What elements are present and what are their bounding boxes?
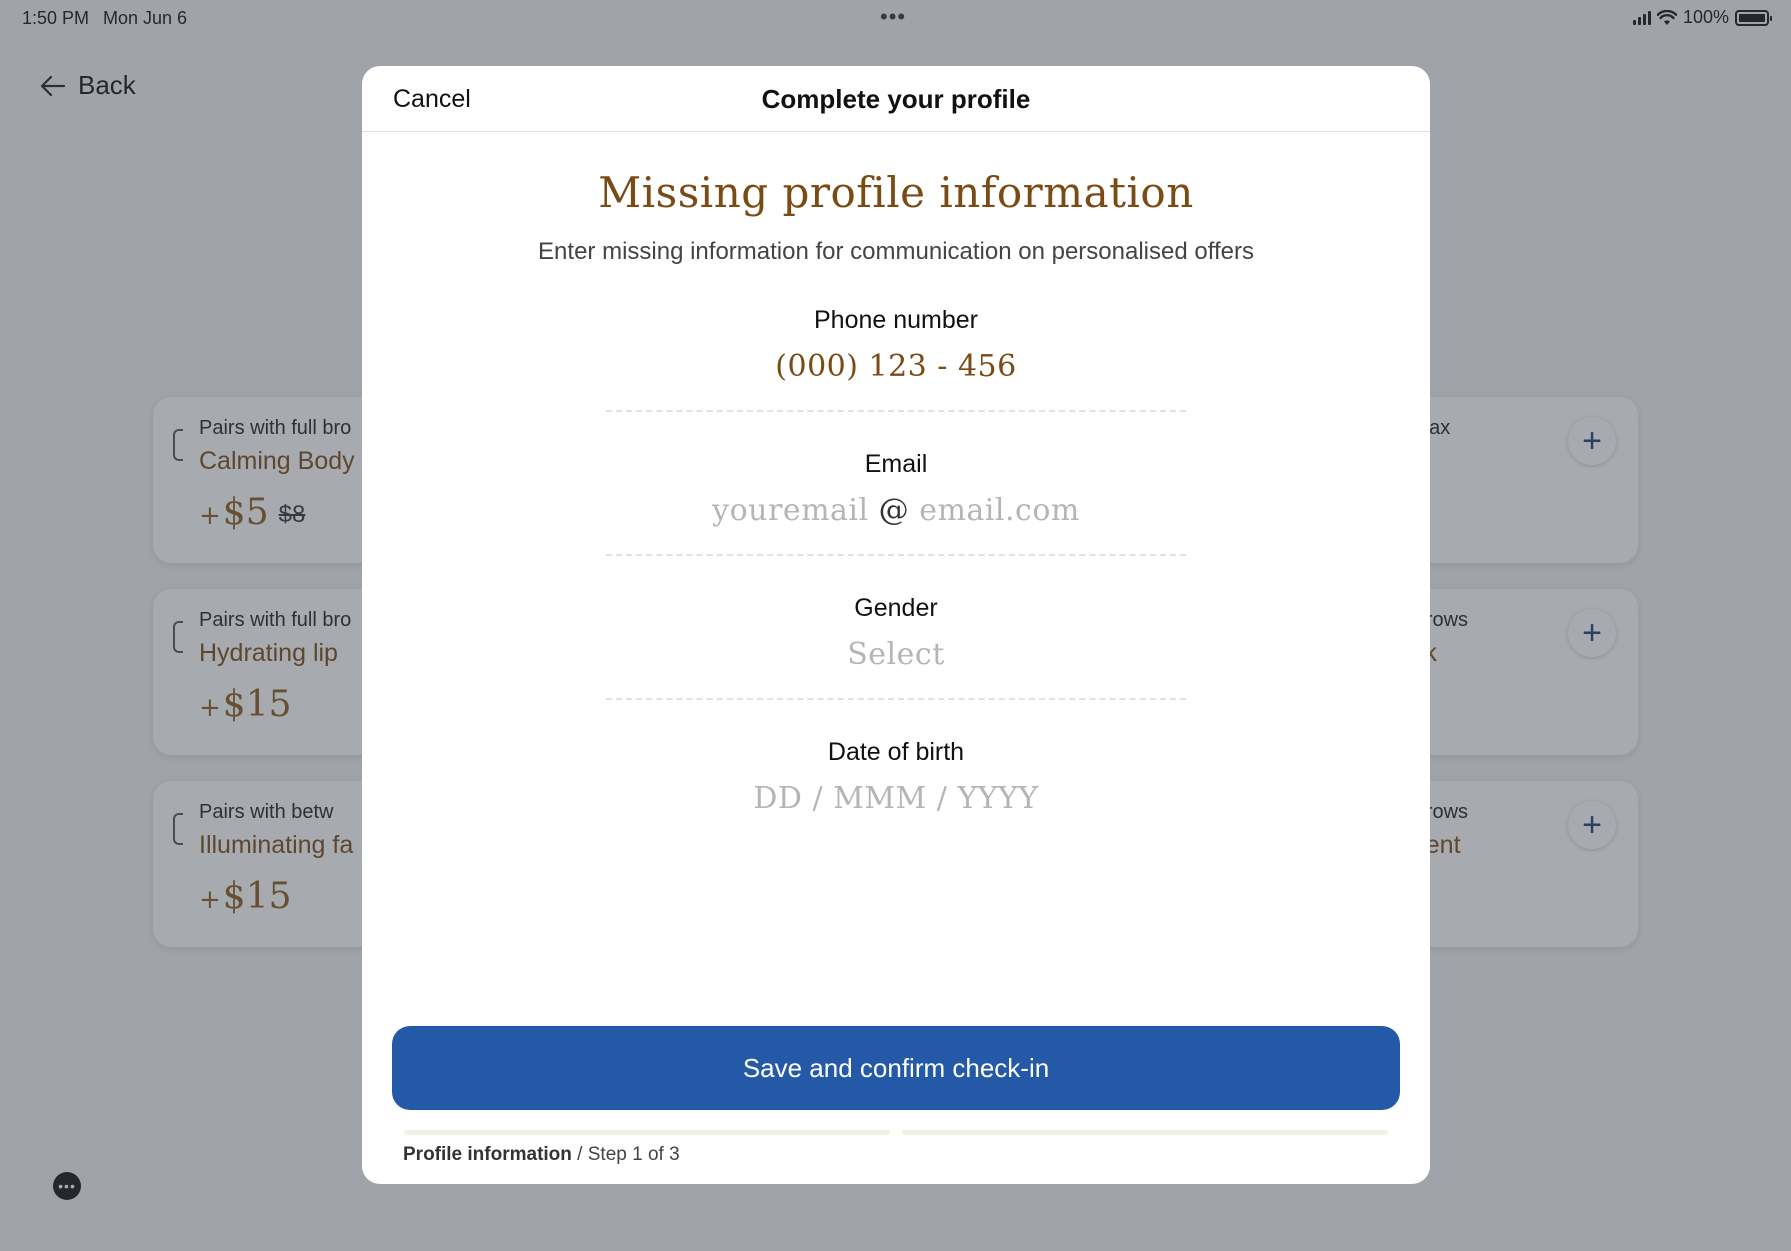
profile-modal: Cancel Complete your profile Missing pro…	[362, 66, 1430, 1184]
page-headline: Missing profile information	[598, 168, 1194, 217]
step-indicator: Profile information / Step 1 of 3	[403, 1144, 680, 1166]
save-confirm-button[interactable]: Save and confirm check-in	[392, 1026, 1400, 1110]
email-label: Email	[864, 450, 928, 478]
step-text: / Step 1 of 3	[571, 1144, 680, 1165]
email-input[interactable]: youremail @ email.com	[606, 493, 1186, 528]
gender-label: Gender	[854, 594, 938, 622]
gender-field[interactable]: Gender Select	[606, 594, 1186, 700]
modal-header: Cancel Complete your profile	[362, 66, 1430, 132]
phone-field[interactable]: Phone number (000) 123 - 456	[606, 306, 1186, 412]
phone-input[interactable]: (000) 123 - 456	[606, 349, 1186, 384]
step-section: Profile information	[403, 1144, 572, 1165]
dob-field[interactable]: Date of birth DD / MMM / YYYY	[606, 738, 1186, 816]
divider	[606, 698, 1186, 700]
gender-select[interactable]: Select	[606, 637, 1186, 672]
progress-segment	[902, 1130, 1388, 1135]
modal-title: Complete your profile	[761, 84, 1031, 114]
phone-label: Phone number	[813, 306, 978, 334]
page-subheadline: Enter missing information for communicat…	[538, 238, 1254, 265]
progress-segment	[404, 1130, 890, 1135]
divider	[606, 554, 1186, 556]
step-progress-bar	[404, 1130, 1388, 1135]
divider	[606, 410, 1186, 412]
email-field[interactable]: Email youremail @ email.com	[606, 450, 1186, 556]
dob-input[interactable]: DD / MMM / YYYY	[606, 781, 1186, 816]
dob-label: Date of birth	[827, 738, 965, 766]
